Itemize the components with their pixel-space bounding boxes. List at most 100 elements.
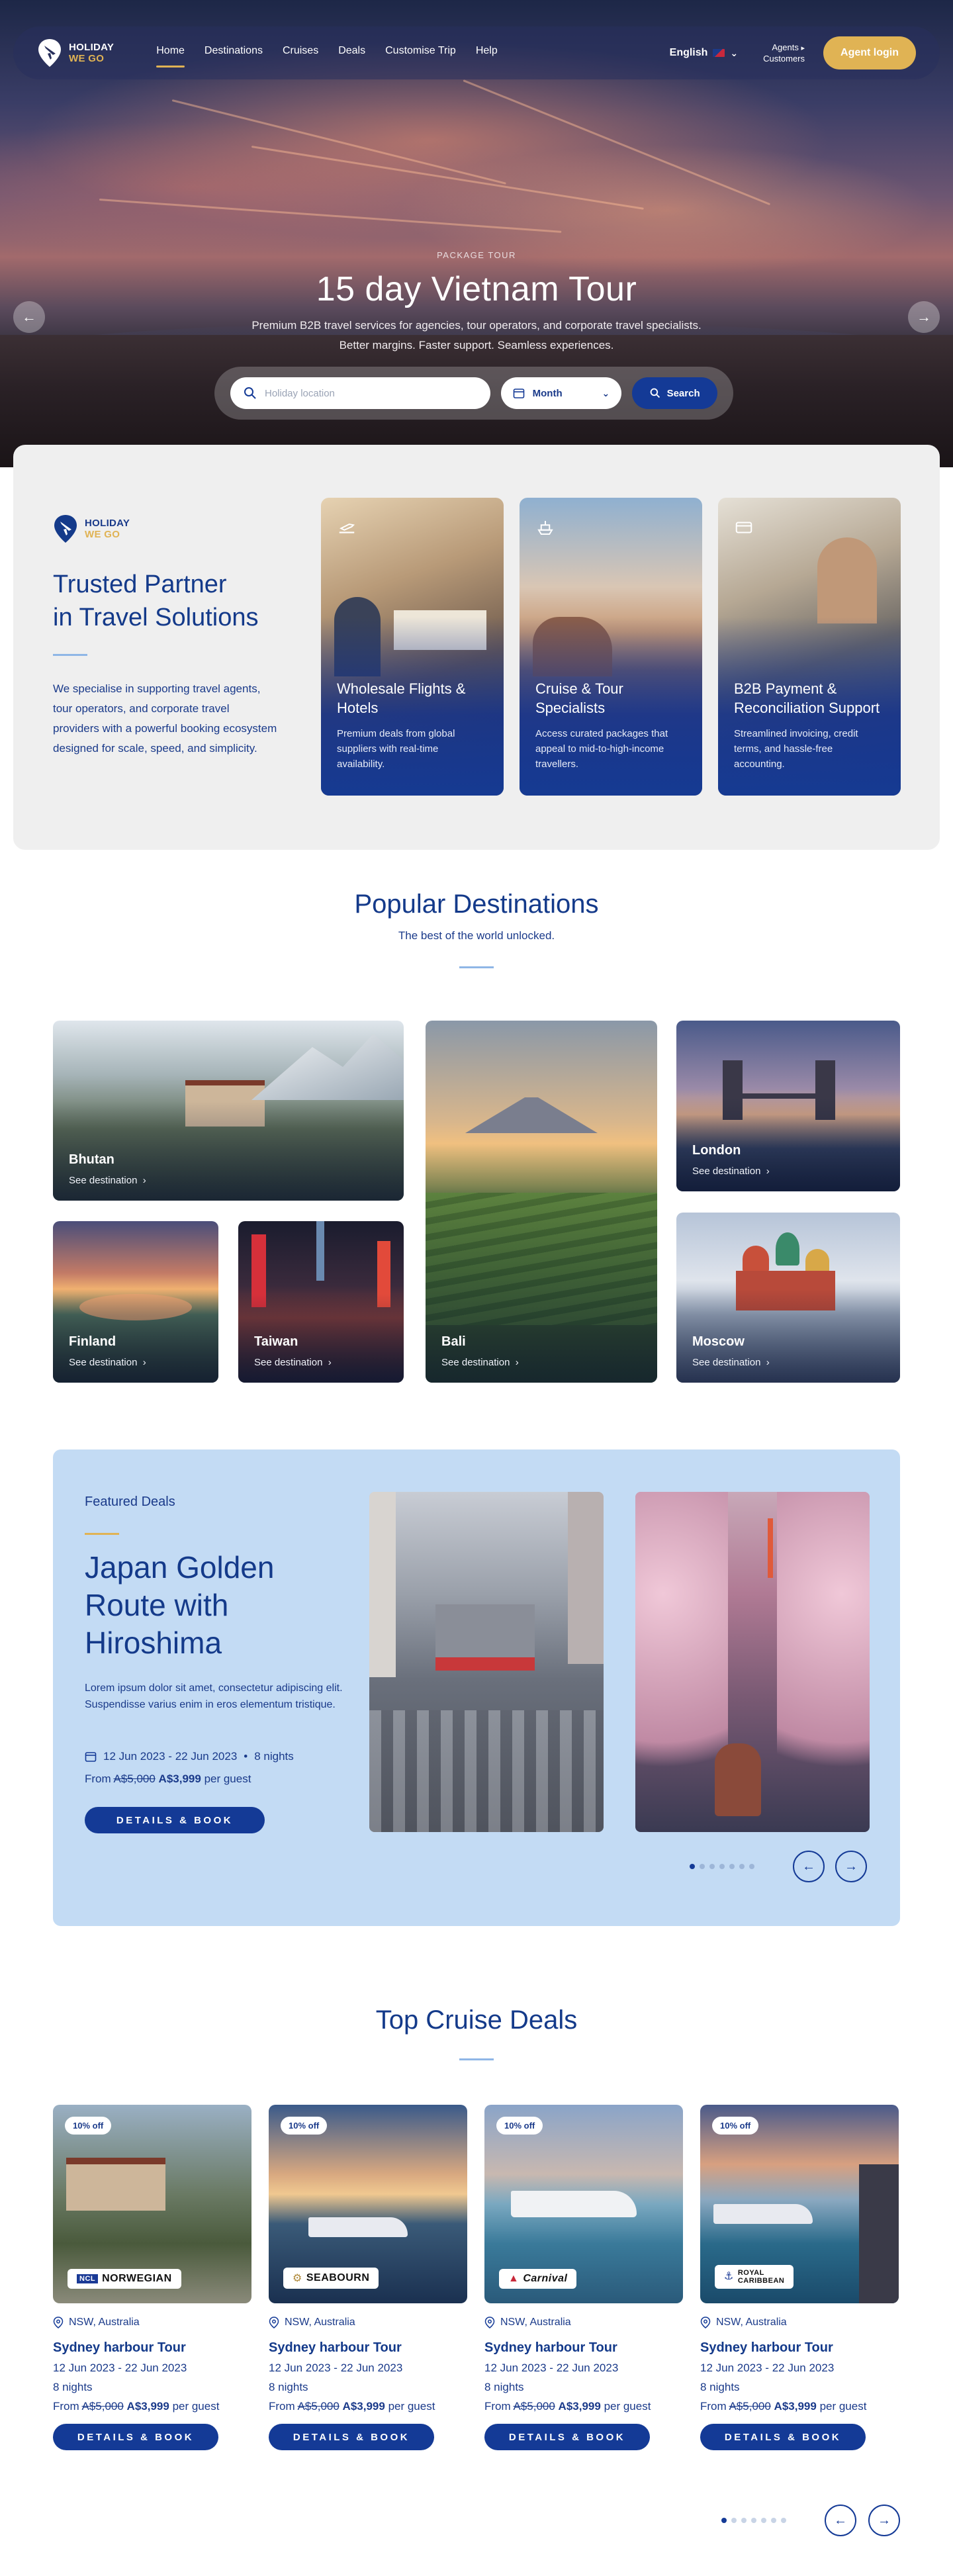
divider xyxy=(459,966,494,968)
pagination-dot[interactable] xyxy=(761,2518,766,2523)
pagination-dot[interactable] xyxy=(751,2518,756,2523)
plane-pin-logo-icon xyxy=(38,39,61,67)
volcano xyxy=(465,1097,598,1133)
pagination-dot[interactable] xyxy=(719,1864,725,1869)
cruise-card[interactable]: 10% off ⚓ ROYAL CARIBBEAN NSW, Australia … xyxy=(700,2105,899,2450)
discount-badge: 10% off xyxy=(281,2117,328,2135)
calendar-icon xyxy=(85,1752,97,1762)
price-suffix: per guest xyxy=(604,2400,651,2413)
price-old: A$5,000 xyxy=(513,2400,555,2413)
featured-nights: 8 nights xyxy=(254,1750,294,1763)
audience-switch[interactable]: Agents ▸ Customers xyxy=(763,42,805,64)
cruise-price: From A$5,000 A$3,999 per guest xyxy=(53,2400,251,2413)
see-destination-link[interactable]: See destination › xyxy=(692,1166,770,1177)
see-destination-link[interactable]: See destination › xyxy=(441,1357,519,1368)
details-book-button[interactable]: DETAILS & BOOK xyxy=(484,2424,650,2450)
pagination-dot[interactable] xyxy=(721,2518,727,2523)
nav-link-destinations[interactable]: Destinations xyxy=(204,45,263,61)
cherry-tree xyxy=(777,1492,870,1832)
service-card-b2b-payment[interactable]: B2B Payment & Reconciliation Support Str… xyxy=(718,498,901,796)
brand-logo[interactable]: HOLIDAY WE GO xyxy=(37,38,114,68)
cruise-card[interactable]: 10% off ▲ Carnival NSW, Australia Sydney … xyxy=(484,2105,683,2450)
see-destination-link[interactable]: See destination › xyxy=(254,1357,332,1368)
hero-subtitle-line-2: Better margins. Faster support. Seamless… xyxy=(339,339,614,351)
hero-subtitle: Premium B2B travel services for agencies… xyxy=(0,316,953,355)
cruise-next-button[interactable]: → xyxy=(868,2505,900,2536)
bus xyxy=(435,1657,535,1671)
nav-link-deals[interactable]: Deals xyxy=(338,45,365,61)
onion-dome xyxy=(805,1249,829,1273)
ship-icon xyxy=(537,521,553,535)
map-pin-icon xyxy=(484,2317,495,2328)
pagination-dot[interactable] xyxy=(700,1864,705,1869)
destination-card-london[interactable]: London See destination › xyxy=(676,1021,900,1191)
details-book-button[interactable]: DETAILS & BOOK xyxy=(700,2424,866,2450)
cruise-prev-button[interactable]: ← xyxy=(825,2505,856,2536)
pagination-dot[interactable] xyxy=(690,1864,695,1869)
see-destination-link[interactable]: See destination › xyxy=(69,1175,146,1186)
chevron-down-icon: ⌄ xyxy=(730,47,739,58)
price-prefix: From xyxy=(700,2400,727,2413)
pagination-dot[interactable] xyxy=(781,2518,786,2523)
nav-link-help[interactable]: Help xyxy=(476,45,498,61)
nav-link-home[interactable]: Home xyxy=(156,45,185,68)
pagination-dot[interactable] xyxy=(741,2518,747,2523)
cruise-ship xyxy=(308,2217,408,2237)
divider xyxy=(85,1533,119,1535)
crosswalk xyxy=(369,1710,604,1832)
featured-prev-button[interactable]: ← xyxy=(793,1851,825,1882)
pagination-dot[interactable] xyxy=(731,2518,737,2523)
featured-next-button[interactable]: → xyxy=(835,1851,867,1882)
destination-name: Bali xyxy=(441,1334,466,1349)
agent-login-button[interactable]: Agent login xyxy=(823,36,916,69)
seahorse-icon: ⚙ xyxy=(293,2273,302,2284)
service-card-cruise-tour[interactable]: Cruise & Tour Specialists Access curated… xyxy=(520,498,702,796)
service-description: Access curated packages that appeal to m… xyxy=(535,728,668,770)
price-suffix: per guest xyxy=(819,2400,867,2413)
details-book-button[interactable]: DETAILS & BOOK xyxy=(53,2424,218,2450)
service-card-flights-hotels[interactable]: Wholesale Flights & Hotels Premium deals… xyxy=(321,498,504,796)
destination-card-taiwan[interactable]: Taiwan See destination › xyxy=(238,1221,404,1383)
destination-name: London xyxy=(692,1143,741,1158)
destination-card-bhutan[interactable]: Bhutan See destination › xyxy=(53,1021,404,1201)
cruise-location-label: NSW, Australia xyxy=(285,2317,355,2328)
details-book-button[interactable]: DETAILS & BOOK xyxy=(85,1807,265,1833)
cruise-card[interactable]: 10% off ⚙ SEABOURN NSW, Australia Sydney … xyxy=(269,2105,467,2450)
featured-title: Japan Golden Route with Hiroshima xyxy=(85,1550,275,1660)
service-title: Wholesale Flights & Hotels xyxy=(337,680,466,716)
nav-link-customise-trip[interactable]: Customise Trip xyxy=(385,45,456,61)
featured-price: From A$5,000 A$3,999 per guest xyxy=(85,1772,251,1786)
brand-logo: HOLIDAY WE GO xyxy=(53,514,130,544)
pagination-dot[interactable] xyxy=(729,1864,735,1869)
building xyxy=(369,1492,396,1677)
featured-dates: 12 Jun 2023 - 22 Jun 2023 • 8 nights xyxy=(85,1750,294,1763)
cruise-line-name: NORWEGIAN xyxy=(102,2273,172,2284)
cruise-card[interactable]: 10% off NCL NORWEGIAN NSW, Australia Sydn… xyxy=(53,2105,251,2450)
arrow-left-icon: ← xyxy=(802,1859,815,1874)
search-bar: Holiday location Month ⌄ Search xyxy=(214,367,733,420)
cruise-title: Sydney harbour Tour xyxy=(700,2340,833,2355)
pagination-dot[interactable] xyxy=(739,1864,745,1869)
destination-card-moscow[interactable]: Moscow See destination › xyxy=(676,1213,900,1383)
see-destination-link[interactable]: See destination › xyxy=(692,1357,770,1368)
pagination-dot[interactable] xyxy=(709,1864,715,1869)
cruise-image: 10% off ⚙ SEABOURN xyxy=(269,2105,467,2303)
cruise-title: Sydney harbour Tour xyxy=(484,2340,617,2355)
language-selector[interactable]: English ⌄ xyxy=(670,47,739,59)
details-book-button[interactable]: DETAILS & BOOK xyxy=(269,2424,434,2450)
month-select[interactable]: Month ⌄ xyxy=(500,377,622,409)
destination-card-finland[interactable]: Finland See destination › xyxy=(53,1221,218,1383)
divider xyxy=(459,2058,494,2060)
see-destination-link[interactable]: See destination › xyxy=(69,1357,146,1368)
language-label: English xyxy=(669,47,708,58)
nav-link-cruises[interactable]: Cruises xyxy=(283,45,318,61)
destination-card-bali[interactable]: Bali See destination › xyxy=(426,1021,657,1383)
location-input[interactable]: Holiday location xyxy=(230,377,490,409)
search-button[interactable]: Search xyxy=(632,377,717,409)
pagination-dot[interactable] xyxy=(749,1864,754,1869)
plane-pin-logo-icon xyxy=(54,515,77,543)
cruise-title: Sydney harbour Tour xyxy=(53,2340,186,2355)
pagination-dot[interactable] xyxy=(771,2518,776,2523)
top-navigation: HOLIDAY WE GO Home Destinations Cruises … xyxy=(13,26,940,79)
plane-icon xyxy=(339,523,355,533)
